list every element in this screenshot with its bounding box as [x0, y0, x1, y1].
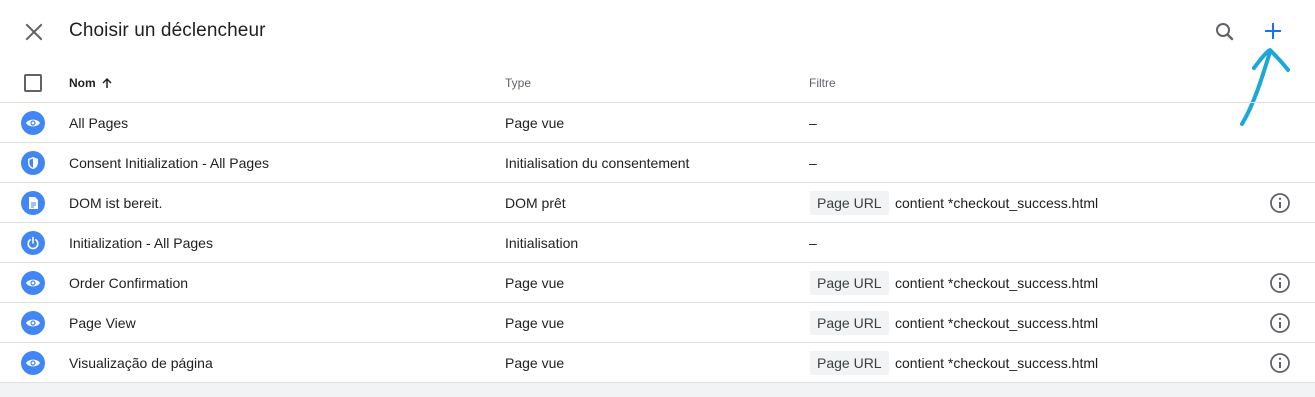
info-button[interactable]	[1269, 312, 1291, 334]
eye-icon	[21, 311, 45, 335]
table-row[interactable]: Initialization - All Pages Initialisatio…	[0, 223, 1315, 263]
eye-icon	[21, 111, 45, 135]
filter-empty: –	[809, 115, 817, 131]
power-icon	[21, 231, 45, 255]
trigger-name: Page View	[69, 315, 136, 331]
filter-variable-chip: Page URL	[810, 191, 889, 215]
filter-condition: contient *checkout_success.html	[895, 315, 1099, 331]
arrow-up-icon	[102, 77, 112, 88]
trigger-type: Initialisation du consentement	[505, 155, 690, 171]
close-button[interactable]	[20, 18, 48, 46]
trigger-name: Consent Initialization - All Pages	[69, 155, 269, 171]
column-header-filter: Filtre	[809, 76, 836, 90]
info-button[interactable]	[1269, 192, 1291, 214]
trigger-name: Order Confirmation	[69, 275, 189, 291]
table-row[interactable]: Page View Page vue Page URL contient *ch…	[0, 303, 1315, 343]
document-icon	[21, 191, 45, 215]
column-header-name-label: Nom	[69, 76, 96, 90]
search-icon	[1216, 23, 1234, 41]
search-button[interactable]	[1212, 19, 1238, 45]
info-icon	[1270, 353, 1290, 373]
info-icon	[1270, 193, 1290, 213]
table-row[interactable]: Order Confirmation Page vue Page URL con…	[0, 263, 1315, 303]
info-button[interactable]	[1269, 352, 1291, 374]
filter-variable-chip: Page URL	[810, 311, 889, 335]
eye-icon	[21, 351, 45, 375]
trigger-name: DOM ist bereit.	[69, 195, 163, 211]
shield-icon	[21, 151, 45, 175]
filter-condition: contient *checkout_success.html	[895, 355, 1099, 371]
trigger-list: All Pages Page vue – Consent Initializat…	[0, 103, 1315, 383]
trigger-name: All Pages	[69, 115, 129, 131]
column-header-type[interactable]: Type	[505, 76, 531, 90]
page-title: Choisir un déclencheur	[69, 20, 266, 41]
eye-icon	[21, 271, 45, 295]
filter-empty: –	[809, 235, 817, 251]
add-trigger-button[interactable]	[1260, 18, 1286, 44]
table-row[interactable]: All Pages Page vue –	[0, 103, 1315, 143]
trigger-type: Initialisation	[505, 235, 579, 251]
trigger-name: Visualização de página	[69, 355, 213, 371]
filter-condition: contient *checkout_success.html	[895, 275, 1099, 291]
close-icon	[25, 23, 43, 41]
info-icon	[1270, 313, 1290, 333]
info-icon	[1270, 273, 1290, 293]
trigger-picker-panel: Choisir un déclencheur Nom Type Filtre A…	[0, 0, 1315, 383]
info-button[interactable]	[1269, 272, 1291, 294]
trigger-type: Page vue	[505, 275, 565, 291]
panel-header: Choisir un déclencheur	[0, 0, 1315, 64]
trigger-type: Page vue	[505, 315, 565, 331]
filter-variable-chip: Page URL	[810, 271, 889, 295]
table-header: Nom Type Filtre	[0, 64, 1315, 103]
column-header-name[interactable]: Nom	[69, 76, 113, 90]
trigger-name: Initialization - All Pages	[69, 235, 213, 251]
table-row[interactable]: Visualização de página Page vue Page URL…	[0, 343, 1315, 383]
filter-variable-chip: Page URL	[810, 351, 889, 375]
plus-icon	[1265, 23, 1281, 39]
trigger-type: Page vue	[505, 115, 565, 131]
select-all-checkbox[interactable]	[24, 74, 42, 92]
filter-empty: –	[809, 155, 817, 171]
filter-condition: contient *checkout_success.html	[895, 195, 1099, 211]
trigger-type: DOM prêt	[505, 195, 566, 211]
table-row[interactable]: DOM ist bereit. DOM prêt Page URL contie…	[0, 183, 1315, 223]
table-row[interactable]: Consent Initialization - All Pages Initi…	[0, 143, 1315, 183]
trigger-type: Page vue	[505, 355, 565, 371]
